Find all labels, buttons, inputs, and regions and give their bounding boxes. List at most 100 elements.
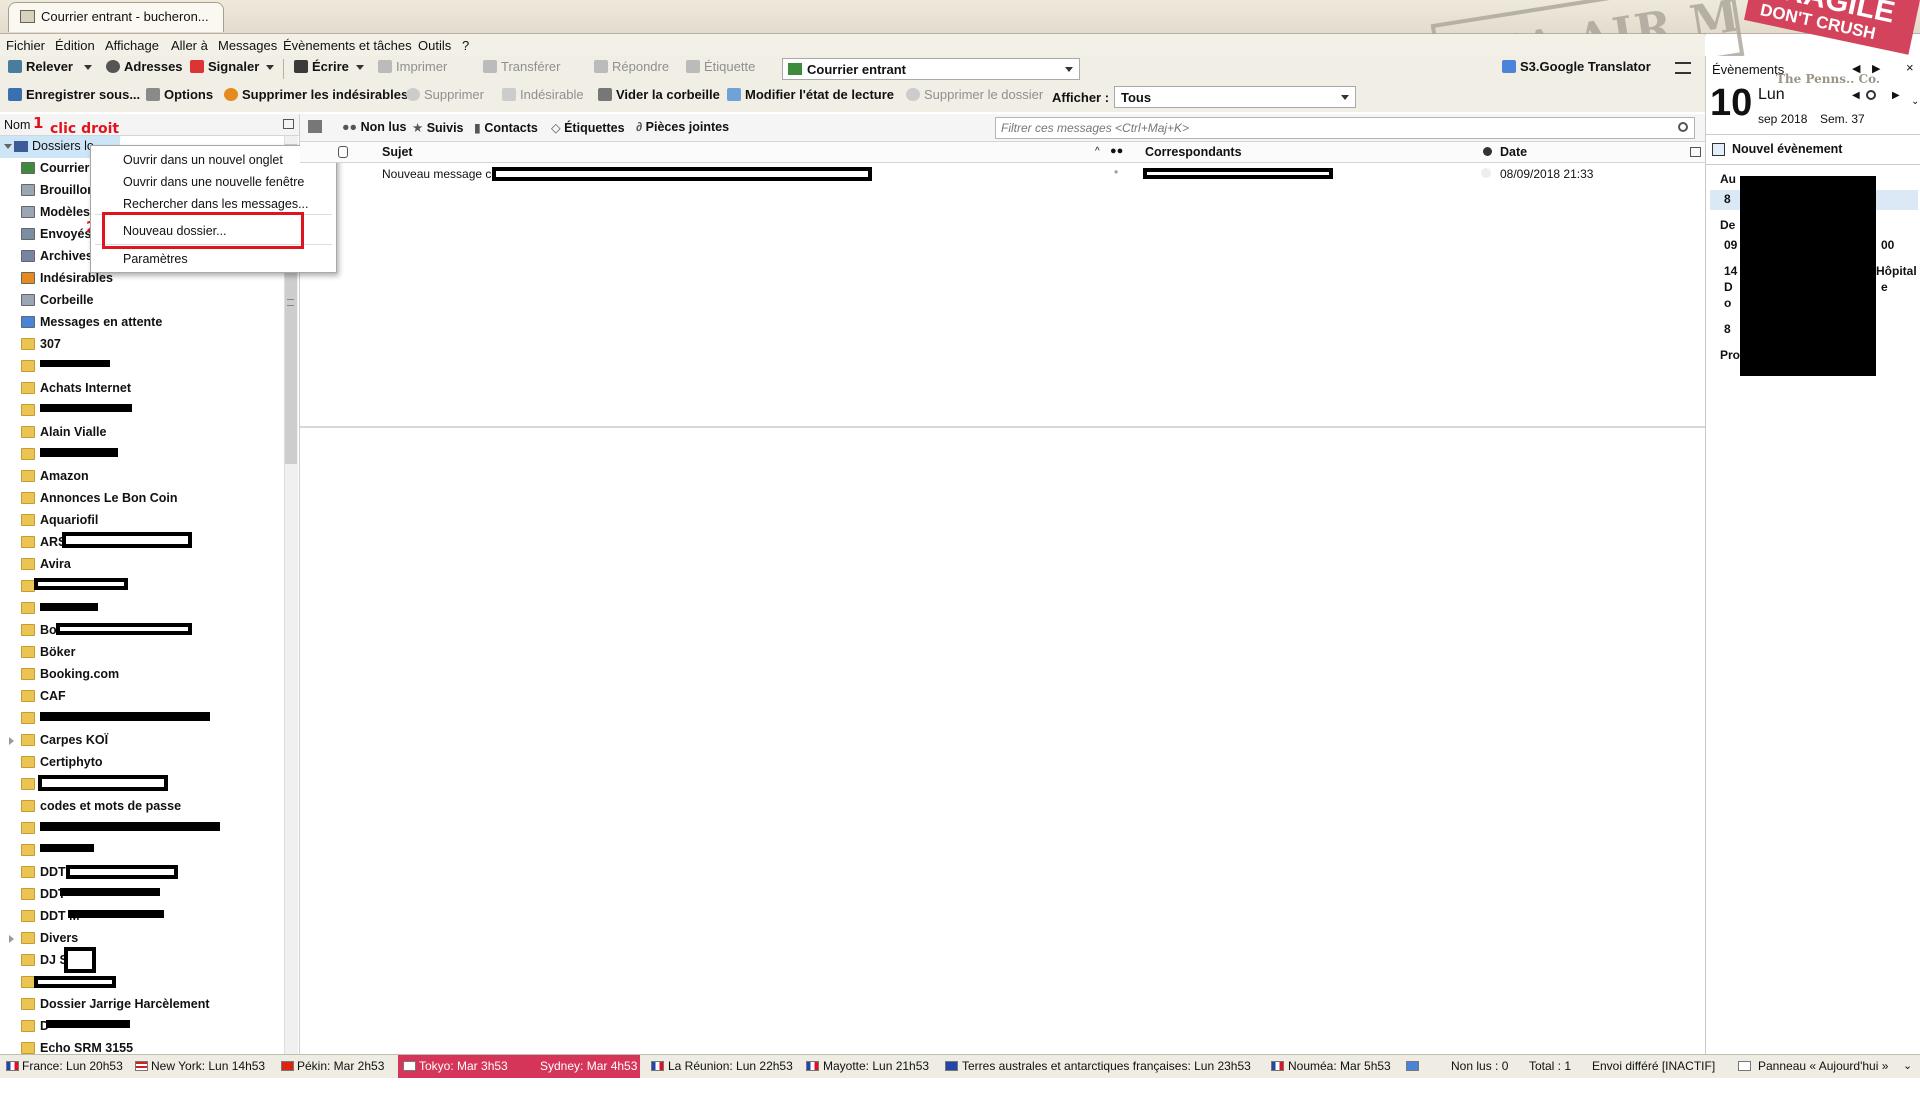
- section-later[interactable]: Pro: [1720, 348, 1740, 362]
- folder-item[interactable]: Amazon: [0, 466, 282, 488]
- relever-button[interactable]: Relever: [6, 56, 73, 78]
- folder-item[interactable]: ARS: [0, 532, 282, 554]
- etiquette-button[interactable]: Étiquette: [684, 56, 755, 78]
- folder-item[interactable]: Annonces Le Bon Coin: [0, 488, 282, 510]
- folder-item[interactable]: Divers: [0, 928, 282, 950]
- column-nom[interactable]: Nom: [4, 118, 30, 132]
- new-event-button[interactable]: Nouvel évènement: [1712, 142, 1842, 156]
- folder-item[interactable]: [0, 400, 282, 422]
- transferer-button[interactable]: Transférer: [481, 56, 560, 78]
- attachment-column-icon[interactable]: [338, 146, 348, 158]
- ctx-search-messages[interactable]: Rechercher dans les messages...: [123, 197, 309, 211]
- menu-affichage[interactable]: Affichage: [105, 38, 159, 53]
- menu-outils[interactable]: Outils: [418, 38, 451, 53]
- folder-item[interactable]: Avira: [0, 554, 282, 576]
- folder-item[interactable]: [0, 576, 282, 598]
- folder-item[interactable]: DJ SO: [0, 947, 282, 973]
- section-today[interactable]: Au: [1720, 172, 1736, 186]
- google-translator-button[interactable]: S3.Google Translator: [1500, 56, 1651, 78]
- filter-contacts[interactable]: ▮ Contacts: [474, 120, 538, 135]
- folder-item[interactable]: Booking.com: [0, 664, 282, 686]
- filter-pieces-jointes[interactable]: ∂ Pièces jointes: [636, 120, 729, 134]
- column-date[interactable]: Date: [1500, 145, 1527, 159]
- day-next-icon[interactable]: ▶: [1892, 90, 1900, 101]
- menu-aller-a[interactable]: Aller à: [171, 38, 208, 53]
- column-picker-icon[interactable]: [1690, 147, 1701, 157]
- imprimer-button[interactable]: Imprimer: [376, 56, 447, 78]
- folder-item[interactable]: Certiphyto: [0, 752, 282, 774]
- day-prev-icon[interactable]: ◀: [1852, 90, 1860, 101]
- ctx-open-new-window[interactable]: Ouvrir dans une nouvelle fenêtre: [123, 175, 304, 189]
- expand-arrow-icon[interactable]: [4, 144, 12, 149]
- folder-item[interactable]: [0, 774, 282, 796]
- hamburger-menu-icon[interactable]: [1675, 62, 1691, 74]
- junk-status-column-icon[interactable]: [1483, 147, 1492, 156]
- adresses-button[interactable]: Adresses: [104, 56, 183, 78]
- ecrire-button[interactable]: Écrire: [292, 56, 349, 78]
- ecrire-dropdown-icon[interactable]: [356, 65, 364, 70]
- folder-item[interactable]: DDT: [0, 884, 282, 906]
- folder-item[interactable]: [0, 598, 282, 620]
- expand-arrow-icon[interactable]: [9, 737, 14, 745]
- filter-non-lus[interactable]: ●● Non lus: [342, 120, 406, 134]
- signaler-button[interactable]: Signaler: [188, 56, 259, 78]
- modifier-etat-lecture-button[interactable]: Modifier l'état de lecture: [725, 84, 894, 106]
- options-button[interactable]: Options: [144, 84, 213, 106]
- close-icon[interactable]: ×: [1906, 60, 1914, 75]
- chevron-down-icon[interactable]: ⌄: [1911, 96, 1919, 107]
- filter-input[interactable]: Filtrer ces messages <Ctrl+Maj+K>: [995, 117, 1695, 139]
- today-pane-toggle[interactable]: Panneau « Aujourd'hui »: [1758, 1059, 1888, 1073]
- section-tomorrow[interactable]: De: [1720, 218, 1735, 232]
- message-pane-splitter[interactable]: [300, 426, 1705, 428]
- sort-up-icon[interactable]: ^: [1095, 146, 1100, 157]
- day-today-icon[interactable]: [1866, 90, 1876, 100]
- folder-item[interactable]: Dossier Jarrige Harcèlement: [0, 994, 282, 1016]
- ctx-open-new-tab[interactable]: Ouvrir dans un nouvel onglet: [123, 153, 283, 167]
- folder-item[interactable]: Carpes KOÏ: [0, 730, 282, 752]
- message-row[interactable]: Nouveau message co • 08/09/2018 21:33: [300, 164, 1705, 184]
- folder-item[interactable]: Aquariofil: [0, 510, 282, 532]
- folder-item[interactable]: DDT M: [0, 906, 282, 928]
- pin-icon[interactable]: [308, 120, 322, 133]
- folder-item[interactable]: Böker: [0, 642, 282, 664]
- column-correspondants[interactable]: Correspondants: [1145, 145, 1242, 159]
- indesirable-button[interactable]: Indésirable: [500, 84, 584, 106]
- folder-item[interactable]: 307: [0, 334, 282, 356]
- menu-evenements[interactable]: Évènements et tâches: [283, 38, 412, 53]
- tab-courrier-entrant[interactable]: Courrier entrant - bucheron...: [8, 2, 224, 32]
- supprimer-dossier-button[interactable]: Supprimer le dossier: [904, 84, 1043, 106]
- vider-corbeille-button[interactable]: Vider la corbeille: [596, 84, 720, 106]
- folder-item[interactable]: [0, 840, 282, 862]
- ctx-parametres[interactable]: Paramètres: [123, 252, 188, 266]
- splitter-grip-icon[interactable]: [287, 299, 294, 306]
- folder-item[interactable]: [0, 972, 282, 994]
- expand-arrow-icon[interactable]: [9, 935, 14, 943]
- folder-item[interactable]: [0, 356, 282, 378]
- supprimer-indesirables-button[interactable]: Supprimer les indésirables: [222, 84, 408, 106]
- menu-fichier[interactable]: Fichier: [6, 38, 45, 53]
- menu-help[interactable]: ?: [462, 38, 469, 53]
- chevron-down-icon[interactable]: ⌄: [1903, 1059, 1912, 1072]
- folder-item[interactable]: [0, 818, 282, 840]
- afficher-select[interactable]: Tous: [1114, 86, 1356, 108]
- folder-item[interactable]: DDT: [0, 862, 282, 884]
- relever-dropdown-icon[interactable]: [84, 65, 92, 70]
- enregistrer-sous-button[interactable]: Enregistrer sous...: [6, 84, 140, 106]
- folder-item[interactable]: Bo: [0, 620, 282, 642]
- folder-item[interactable]: [0, 444, 282, 466]
- folder-item[interactable]: Achats Internet: [0, 378, 282, 400]
- column-picker-icon[interactable]: [283, 119, 294, 129]
- folder-location-select[interactable]: Courrier entrant: [782, 58, 1080, 80]
- folder-item[interactable]: codes et mots de passe: [0, 796, 282, 818]
- menu-edition[interactable]: Édition: [55, 38, 95, 53]
- folder-outbox[interactable]: Messages en attente: [0, 312, 282, 334]
- online-status-icon[interactable]: [1406, 1061, 1419, 1071]
- signaler-dropdown-icon[interactable]: [266, 65, 274, 70]
- folder-trash[interactable]: Corbeille: [0, 290, 282, 312]
- supprimer-button[interactable]: Supprimer: [404, 84, 484, 106]
- repondre-button[interactable]: Répondre: [592, 56, 669, 78]
- thread-column-icon[interactable]: ●●: [1110, 145, 1123, 157]
- folder-item[interactable]: CAF: [0, 686, 282, 708]
- menu-messages[interactable]: Messages: [218, 38, 277, 53]
- folder-item[interactable]: [0, 708, 282, 730]
